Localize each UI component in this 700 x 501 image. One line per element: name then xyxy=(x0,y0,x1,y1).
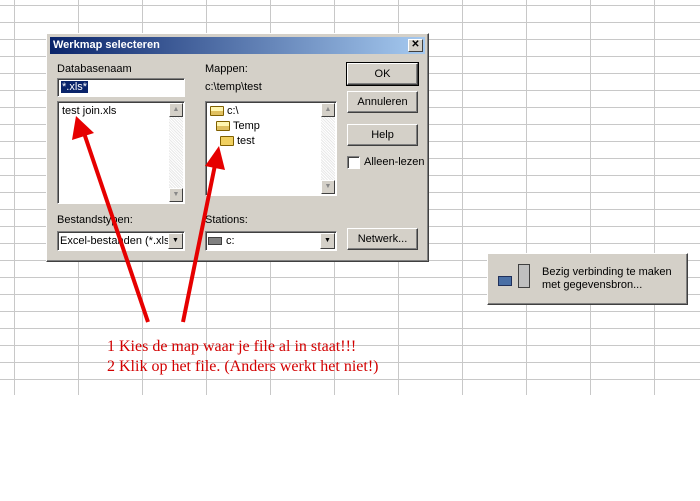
annotation-line-1: 1 Kies de map waar je file al in staat!!… xyxy=(107,338,357,355)
annotation-line-2: 2 Klik op het file. (Anders werkt het ni… xyxy=(107,358,379,375)
arrow-head-folder xyxy=(205,146,225,170)
arrow-to-file xyxy=(82,132,150,323)
arrow-to-folder xyxy=(181,164,217,323)
annotation-arrows xyxy=(72,116,225,323)
arrow-head-file xyxy=(72,116,94,140)
